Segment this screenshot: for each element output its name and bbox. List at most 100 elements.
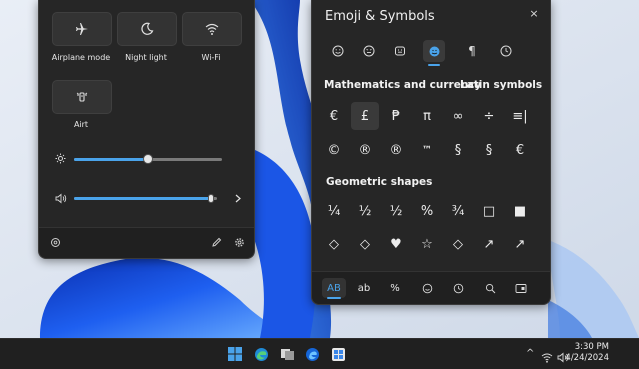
symbol-cell[interactable]: § [475, 136, 503, 164]
symbol-cell[interactable]: ¾ [444, 197, 472, 225]
symbol-cell[interactable]: ₱ [382, 102, 410, 130]
taskbar-edge-blue[interactable] [303, 345, 321, 363]
symbol-cell[interactable]: ≡| [506, 102, 534, 130]
tab-latin-uppercase[interactable]: AB [322, 278, 346, 299]
clock-date: 4/24/2024 [565, 353, 609, 363]
tab-recent-bottom[interactable] [446, 278, 470, 298]
symbol-cell[interactable]: ÷ [475, 102, 503, 130]
kaomoji-icon [363, 45, 375, 57]
tab-recent[interactable] [495, 40, 517, 62]
airplane-mode-tile[interactable] [52, 12, 112, 46]
emoji-symbols-panel: Emoji & Symbols × ¶ Mathematics and curr… [311, 0, 551, 305]
tab-emoji[interactable] [327, 40, 349, 62]
volume-slider-fill [74, 197, 213, 200]
symbol-cell[interactable]: ™ [413, 136, 441, 164]
symbol-cell[interactable]: % [413, 197, 441, 225]
flashlight-tile[interactable] [52, 80, 112, 114]
tab-window[interactable] [509, 278, 533, 298]
symbol-cell[interactable]: © [320, 136, 348, 164]
pilcrow-icon: ¶ [468, 44, 476, 58]
symbol-cell[interactable]: § [444, 136, 472, 164]
tab-gif[interactable] [389, 40, 411, 62]
brightness-slider-thumb[interactable] [143, 154, 153, 164]
edit-quick-settings-button[interactable] [211, 237, 222, 248]
start-button[interactable] [226, 345, 244, 363]
symbol-cell[interactable]: □ [475, 197, 503, 225]
flashlight-icon [76, 92, 88, 102]
tab-percent[interactable]: % [383, 278, 407, 298]
taskbar: ^ 3:30 PM 4/24/2024 [0, 338, 639, 369]
volume-slider-row [55, 193, 67, 204]
symbol-cell[interactable]: ½ [382, 197, 410, 225]
taskbar-clock[interactable]: 3:30 PM 4/24/2024 [565, 342, 609, 364]
symbol-cell[interactable]: € [320, 102, 348, 130]
close-button[interactable]: × [526, 6, 542, 22]
symbol-cell[interactable]: ↗ [506, 230, 534, 258]
tab-latin-lowercase[interactable]: ab [352, 278, 376, 298]
symbol-cell[interactable]: π [413, 102, 441, 130]
emoji-icon [422, 283, 432, 293]
night-light-tile[interactable] [117, 12, 177, 46]
clock-icon [500, 45, 512, 57]
taskbar-edge[interactable] [252, 345, 270, 363]
search-button[interactable] [478, 278, 502, 298]
chevron-right-icon [235, 194, 241, 202]
volume-expand-button[interactable] [232, 191, 244, 205]
symbol-cell[interactable]: ◇ [444, 230, 472, 258]
symbol-cell[interactable]: ♥ [382, 230, 410, 258]
symbol-cell[interactable]: ◇ [320, 230, 348, 258]
volume-slider[interactable] [74, 194, 217, 203]
symbol-cell[interactable]: ® [351, 136, 379, 164]
clock-icon [453, 283, 463, 293]
all-settings-button[interactable] [234, 237, 245, 248]
active-tab-indicator [327, 297, 341, 299]
window-icon [515, 283, 527, 293]
symbol-cell[interactable]: ◇ [351, 230, 379, 258]
quick-settings-footer [39, 227, 254, 258]
flashlight-label: Airt [73, 120, 89, 129]
taskbar-taskview[interactable] [278, 345, 296, 363]
symbol-cell[interactable]: ↗ [475, 230, 503, 258]
edge-blue-icon [305, 347, 319, 361]
brightness-slider[interactable] [74, 154, 222, 164]
quick-settings-panel: Airplane mode Night light Wi-Fi Airt [38, 0, 255, 259]
tab-emoji-bottom[interactable] [415, 278, 439, 298]
sun-icon [55, 153, 66, 164]
emoji-panel-title: Emoji & Symbols [325, 9, 435, 24]
tab-label: ab [357, 282, 371, 294]
taskbar-store[interactable] [329, 345, 347, 363]
wifi-tile[interactable] [182, 12, 242, 46]
tab-symbols[interactable]: ¶ [461, 40, 483, 62]
gif-icon [395, 46, 405, 56]
symbol-cell[interactable]: € [506, 136, 534, 164]
symbol-cell[interactable]: ® [382, 136, 410, 164]
tab-symbols-face[interactable] [423, 40, 445, 66]
search-icon [485, 283, 495, 293]
speaker-icon [55, 193, 67, 204]
wifi-label: Wi-Fi [201, 53, 221, 62]
wifi-icon [541, 353, 553, 363]
airplane-icon [76, 23, 88, 35]
gear-icon [235, 238, 244, 247]
symbol-cell[interactable]: ¼ [320, 197, 348, 225]
smiley-icon [332, 45, 344, 57]
symbol-cell[interactable]: ☆ [413, 230, 441, 258]
emoji-face-icon [429, 46, 439, 56]
edge-icon [254, 347, 268, 361]
symbol-cell[interactable]: ½ [351, 197, 379, 225]
tray-overflow-chevron[interactable]: ^ [526, 348, 534, 359]
symbol-cell[interactable]: ■ [506, 197, 534, 225]
tab-kaomoji[interactable] [358, 40, 380, 62]
volume-slider-thumb[interactable] [208, 194, 214, 203]
symbol-cell[interactable]: £ [351, 102, 379, 130]
accessibility-button[interactable] [50, 237, 61, 248]
symbol-category-bar: AB ab % [312, 271, 550, 304]
symbol-cell[interactable]: ∞ [444, 102, 472, 130]
brightness-slider-row [55, 153, 66, 164]
wifi-icon [205, 23, 219, 35]
store-icon [331, 347, 345, 361]
clock-time: 3:30 PM [574, 342, 609, 352]
section-heading-latin[interactable]: Latin symbols [460, 79, 542, 91]
tray-wifi[interactable] [541, 348, 553, 367]
brightness-slider-fill [74, 158, 148, 161]
